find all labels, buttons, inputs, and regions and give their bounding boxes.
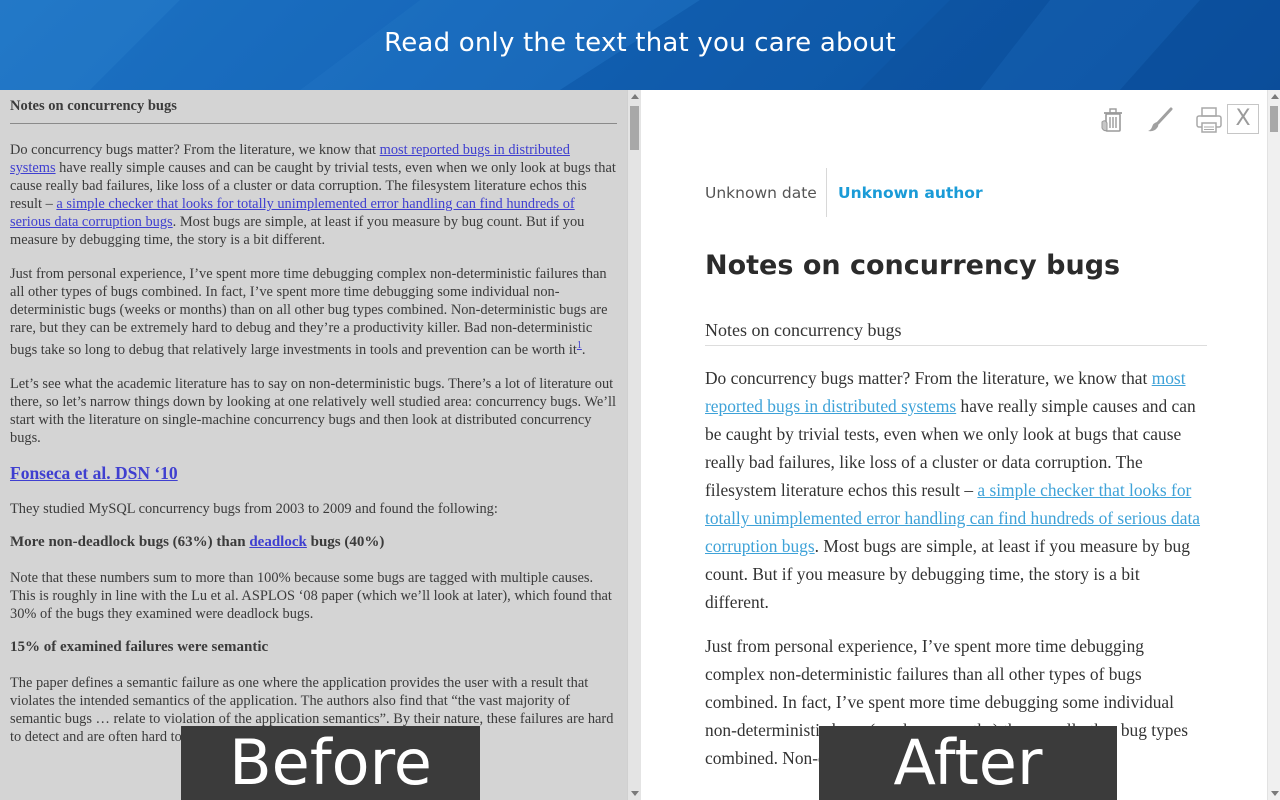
article-author[interactable]: Unknown author (838, 184, 983, 202)
article-date: Unknown date (705, 184, 817, 202)
scroll-up-icon[interactable] (1271, 94, 1279, 99)
before-paragraph: Do concurrency bugs matter? From the lit… (10, 142, 616, 248)
link-deadlock[interactable]: deadlock (249, 534, 307, 550)
article-content: Notes on concurrency bugs Do concurrency… (705, 320, 1207, 788)
before-heading: Notes on concurrency bugs (10, 98, 617, 124)
banner-title: Read only the text that you care about (384, 28, 896, 58)
after-pane: X Unknown date Unknown author Notes on c… (641, 90, 1267, 800)
before-bold-heading: 15% of examined failures were semantic (10, 638, 269, 655)
brush-icon[interactable] (1144, 104, 1176, 136)
scroll-thumb[interactable] (630, 106, 639, 150)
before-scrollbar[interactable] (627, 90, 641, 800)
before-label: Before (181, 726, 480, 800)
print-icon[interactable] (1193, 104, 1225, 136)
scroll-thumb[interactable] (1270, 106, 1278, 132)
meta-divider (826, 168, 827, 217)
before-bold-heading: More non-deadlock bugs (63%) than deadlo… (10, 533, 385, 550)
article-meta: Unknown date Unknown author (705, 168, 1045, 217)
scroll-down-icon[interactable] (631, 791, 639, 796)
after-label: After (819, 726, 1117, 800)
promo-banner: Read only the text that you care about (0, 0, 1280, 90)
close-icon[interactable]: X (1227, 104, 1259, 134)
before-section-heading: Fonseca et al. DSN ‘10 (10, 463, 617, 484)
before-paragraph: Just from personal experience, I’ve spen… (10, 266, 608, 358)
reader-toolbar: X (1059, 104, 1259, 134)
trash-icon[interactable] (1097, 104, 1129, 136)
before-paragraph: Note that these numbers sum to more than… (10, 569, 612, 622)
article-subheading: Notes on concurrency bugs (705, 320, 1207, 346)
scroll-down-icon[interactable] (1271, 791, 1279, 796)
link-fonseca[interactable]: Fonseca et al. DSN ‘10 (10, 463, 178, 483)
article-title: Notes on concurrency bugs (705, 250, 1121, 281)
after-scrollbar[interactable] (1267, 90, 1280, 800)
before-pane: Notes on concurrency bugs Do concurrency… (0, 90, 627, 800)
scroll-up-icon[interactable] (631, 94, 639, 99)
before-paragraph: Let’s see what the academic literature h… (10, 375, 617, 446)
before-paragraph: They studied MySQL concurrency bugs from… (10, 500, 498, 517)
article-paragraph: Do concurrency bugs matter? From the lit… (705, 368, 1201, 612)
